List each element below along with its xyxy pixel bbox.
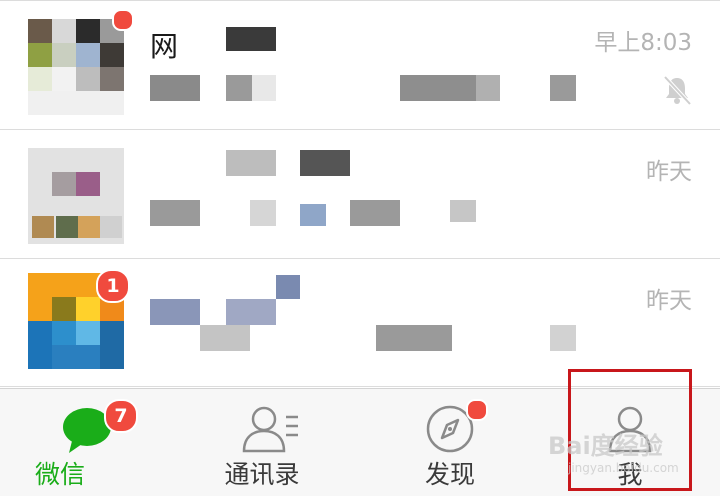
unread-badge: 1 (96, 269, 130, 303)
chat-preview (200, 325, 600, 351)
chat-title: 网 (150, 30, 179, 63)
contacts-icon (242, 406, 298, 453)
chat-time: 昨天 (646, 288, 692, 314)
avatar (28, 148, 124, 244)
chat-preview (150, 75, 580, 101)
mute-bell-icon (663, 75, 692, 106)
chat-time: 早上8:03 (594, 30, 692, 56)
tab-badge: 7 (104, 399, 138, 433)
tab-wechat[interactable]: 7 微信 (0, 389, 180, 496)
unread-dot (112, 9, 134, 31)
tab-label: 微信 (34, 460, 85, 489)
tab-contacts[interactable]: 通讯录 (180, 389, 360, 496)
tab-label: 发现 (424, 460, 475, 489)
chat-time: 昨天 (646, 159, 692, 185)
chat-preview (150, 200, 530, 226)
watermark-subtext: jingyan.baidu.com (568, 461, 679, 475)
tab-badge-dot (466, 399, 488, 421)
chat-row[interactable]: 昨天 (0, 130, 720, 258)
chat-row[interactable]: 1 昨天 (0, 259, 720, 387)
chat-row[interactable]: 网 早上8:03 (0, 1, 720, 129)
avatar (28, 19, 124, 115)
tab-label: 通讯录 (224, 460, 300, 489)
tab-discover[interactable]: 发现 (360, 389, 540, 496)
chat-list: 网 早上8:03 昨天 1 昨天 (0, 0, 720, 388)
watermark-text: Bai度经验 (548, 432, 663, 460)
